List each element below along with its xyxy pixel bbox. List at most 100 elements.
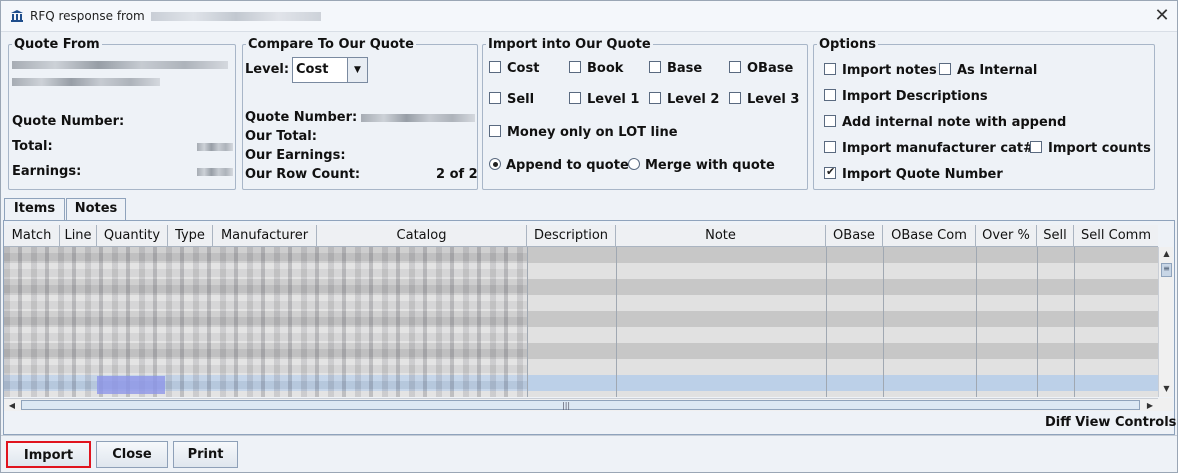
scroll-right-icon[interactable]: ▶ <box>1143 399 1157 412</box>
level2-checkbox[interactable]: Level 2 <box>649 92 719 107</box>
cost-checkbox[interactable]: Cost <box>489 61 539 76</box>
compare-legend: Compare To Our Quote <box>248 37 414 52</box>
checkbox-box[interactable] <box>939 63 951 75</box>
checkbox-box[interactable] <box>569 92 581 104</box>
checkbox-box[interactable] <box>824 165 836 179</box>
total-label: Total: <box>12 139 53 154</box>
internal-note-checkbox[interactable]: Add internal note with append <box>824 115 1066 130</box>
as-internal-checkbox[interactable]: As Internal <box>939 63 1037 78</box>
column-divider <box>1074 247 1075 397</box>
obase-checkbox[interactable]: OBase <box>729 61 793 76</box>
bank-icon <box>11 10 23 22</box>
column-header-obase[interactable]: OBase <box>826 225 883 247</box>
redacted-row-data <box>4 247 527 397</box>
import-mfr-cat-checkbox[interactable]: Import manufacturer cat# <box>824 141 1034 156</box>
import-quote-number-checkbox[interactable]: Import Quote Number <box>824 165 1003 182</box>
diff-view-controls[interactable]: Diff View Controls <box>1045 415 1176 430</box>
level1-checkbox[interactable]: Level 1 <box>569 92 639 107</box>
column-header-obase-com[interactable]: OBase Com <box>883 225 976 247</box>
column-divider <box>1037 247 1038 397</box>
checkbox-box[interactable] <box>1030 141 1042 153</box>
close-icon[interactable]: ✕ <box>1151 5 1173 27</box>
column-header-type[interactable]: Type <box>168 225 213 247</box>
checkbox-box[interactable] <box>489 92 501 104</box>
append-radio[interactable]: Append to quote <box>489 158 629 173</box>
as-internal-label: As Internal <box>957 63 1038 78</box>
checkbox-box[interactable] <box>569 61 581 73</box>
grip-icon: ||| <box>562 401 571 410</box>
selected-quantity-cell[interactable] <box>97 376 165 394</box>
book-checkbox-label: Book <box>587 61 624 76</box>
redacted-our-quote-number <box>361 114 475 122</box>
level2-checkbox-label: Level 2 <box>667 92 720 107</box>
level-select[interactable]: Cost ▼ <box>292 57 368 83</box>
column-header-sell-comm[interactable]: Sell Comm <box>1074 225 1158 247</box>
scroll-up-icon[interactable]: ▲ <box>1159 247 1174 261</box>
scroll-thumb[interactable]: ≡ <box>1161 263 1172 277</box>
vertical-scrollbar[interactable]: ▲ ≡ ▼ <box>1158 247 1173 397</box>
sell-checkbox-label: Sell <box>507 92 535 107</box>
checkbox-box[interactable] <box>649 92 661 104</box>
base-checkbox-label: Base <box>667 61 703 76</box>
column-header-description[interactable]: Description <box>527 225 616 247</box>
checkbox-box[interactable] <box>824 89 836 101</box>
checkbox-box[interactable] <box>489 125 501 137</box>
checkbox-box[interactable] <box>729 61 741 73</box>
column-header-sell[interactable]: Sell <box>1037 225 1074 247</box>
checkbox-box[interactable] <box>729 92 741 104</box>
horizontal-scrollbar[interactable]: ◀ ||| ▶ <box>4 398 1158 411</box>
column-header-over-pct[interactable]: Over % <box>976 225 1037 247</box>
checkbox-box[interactable] <box>824 115 836 127</box>
column-divider <box>826 247 827 397</box>
level3-checkbox-label: Level 3 <box>747 92 800 107</box>
our-quote-number-label: Quote Number: <box>245 110 358 125</box>
import-descriptions-checkbox[interactable]: Import Descriptions <box>824 89 988 104</box>
tab-notes[interactable]: Notes <box>66 198 126 220</box>
sell-checkbox[interactable]: Sell <box>489 92 534 107</box>
radio-button[interactable] <box>628 158 640 170</box>
print-button[interactable]: Print <box>173 441 238 468</box>
import-button[interactable]: Import <box>6 441 91 468</box>
column-header-match[interactable]: Match <box>4 225 60 247</box>
column-divider <box>883 247 884 397</box>
checkbox-box[interactable] <box>824 63 836 75</box>
checkbox-box[interactable] <box>824 141 836 153</box>
merge-radio[interactable]: Merge with quote <box>628 158 775 173</box>
items-table[interactable]: Match Line Quantity Type Manufacturer Ca… <box>4 225 1158 397</box>
column-header-quantity[interactable]: Quantity <box>97 225 168 247</box>
money-only-lot-checkbox[interactable]: Money only on LOT line <box>489 125 678 140</box>
level-label: Level: <box>245 62 290 77</box>
chevron-down-icon[interactable]: ▼ <box>347 58 367 82</box>
scroll-corner <box>1158 398 1173 411</box>
tab-items[interactable]: Items <box>4 198 65 221</box>
horizontal-scroll-thumb[interactable]: ||| <box>21 400 1140 410</box>
checkbox-box[interactable] <box>649 61 661 73</box>
our-earnings-label: Our Earnings: <box>245 148 346 163</box>
radio-button[interactable] <box>489 158 501 170</box>
import-counts-checkbox[interactable]: Import counts <box>1030 141 1151 156</box>
import-mfr-cat-label: Import manufacturer cat# <box>842 141 1034 156</box>
redacted-total-value <box>197 143 233 151</box>
column-header-manufacturer[interactable]: Manufacturer <box>213 225 317 247</box>
column-header-line[interactable]: Line <box>60 225 97 247</box>
checkbox-box[interactable] <box>489 61 501 73</box>
quote-number-label: Quote Number: <box>12 114 125 129</box>
import-counts-label: Import counts <box>1048 141 1151 156</box>
scroll-left-icon[interactable]: ◀ <box>5 399 19 412</box>
options-legend: Options <box>819 37 876 52</box>
book-checkbox[interactable]: Book <box>569 61 623 76</box>
column-header-note[interactable]: Note <box>616 225 826 247</box>
window-title: RFQ response from <box>30 9 321 23</box>
close-button[interactable]: Close <box>96 441 168 468</box>
import-notes-checkbox[interactable]: Import notes <box>824 63 937 78</box>
title-bar: RFQ response from ✕ <box>1 1 1177 32</box>
base-checkbox[interactable]: Base <box>649 61 702 76</box>
column-header-catalog[interactable]: Catalog <box>317 225 527 247</box>
level1-checkbox-label: Level 1 <box>587 92 640 107</box>
redacted-earnings-value <box>197 168 233 176</box>
append-radio-label: Append to quote <box>506 158 629 173</box>
level3-checkbox[interactable]: Level 3 <box>729 92 799 107</box>
cost-checkbox-label: Cost <box>507 61 540 76</box>
column-divider <box>527 247 528 397</box>
scroll-down-icon[interactable]: ▼ <box>1159 382 1174 396</box>
